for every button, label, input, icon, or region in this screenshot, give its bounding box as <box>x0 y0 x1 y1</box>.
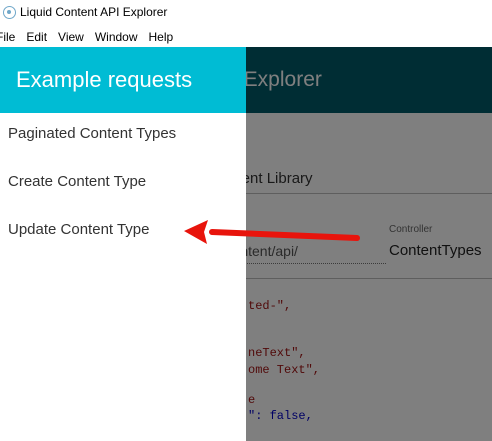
menu-file[interactable]: File <box>0 30 15 44</box>
title-bar: Liquid Content API Explorer <box>0 0 492 24</box>
app-window: Liquid Content API Explorer File Edit Vi… <box>0 0 492 441</box>
drawer-item-label: Paginated Content Types <box>8 125 177 142</box>
drawer-item-label: Create Content Type <box>8 173 147 190</box>
app-icon <box>3 5 16 19</box>
menu-window[interactable]: Window <box>95 30 138 44</box>
drawer-item-create-content-type[interactable]: Create Content Type <box>0 163 246 203</box>
drawer-header: Example requests <box>0 47 246 113</box>
drawer-title: Example requests <box>16 67 193 92</box>
drawer-item-update-content-type[interactable]: Update Content Type <box>0 211 246 251</box>
menu-help[interactable]: Help <box>149 30 174 44</box>
menu-edit[interactable]: Edit <box>26 30 47 44</box>
drawer-item-paginated-content-types[interactable]: Paginated Content Types <box>0 115 246 155</box>
window-title: Liquid Content API Explorer <box>20 5 168 19</box>
examples-drawer: Example requests Paginated Content Types… <box>0 47 246 441</box>
drawer-item-label: Update Content Type <box>8 221 150 238</box>
menu-view[interactable]: View <box>58 30 84 44</box>
menu-bar: File Edit View Window Help <box>0 27 492 47</box>
